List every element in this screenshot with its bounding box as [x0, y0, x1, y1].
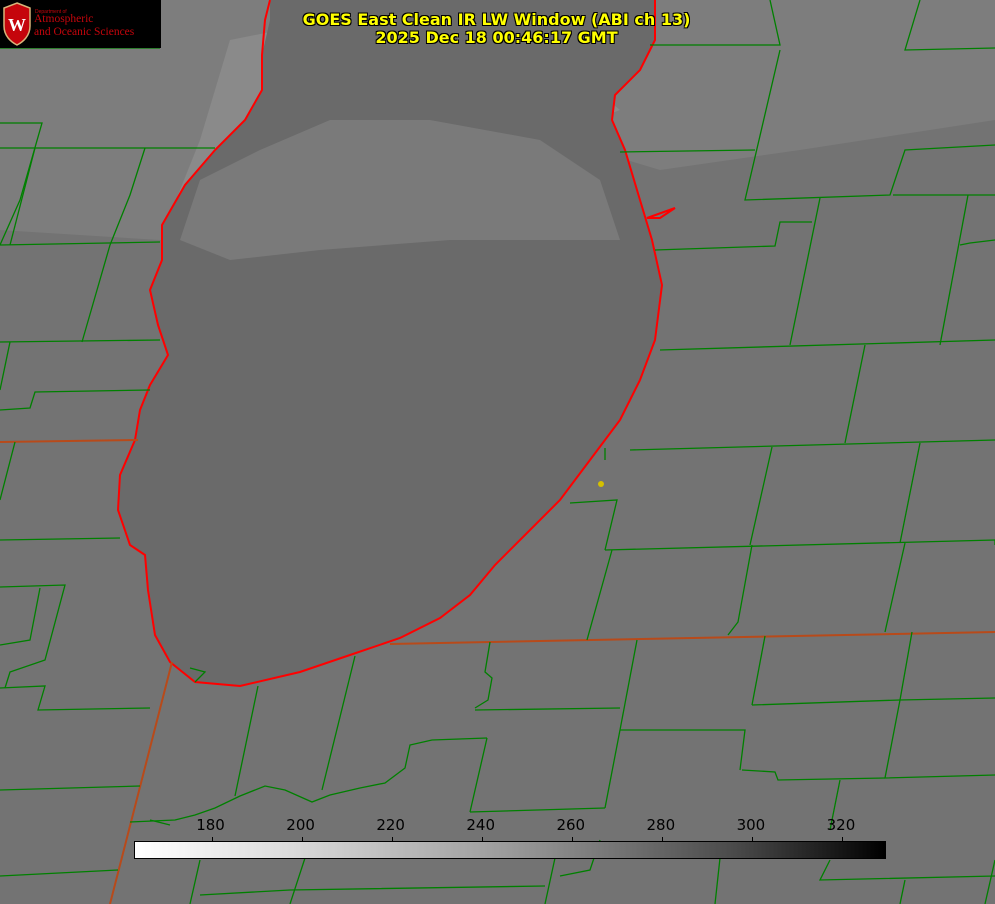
colorbar-tick-label: 180 — [196, 816, 225, 834]
colorbar-tick — [661, 837, 663, 842]
colorbar-tick — [751, 837, 753, 842]
colorbar-tick-label: 220 — [376, 816, 405, 834]
satellite-image-viewer: W Department of Atmospheric and Oceanic … — [0, 0, 995, 904]
colorbar-tick — [481, 837, 483, 842]
colorbar — [134, 837, 886, 859]
colorbar-tick-label: 300 — [736, 816, 766, 834]
colorbar-tick — [571, 837, 573, 842]
colorbar-tick — [841, 837, 843, 842]
colorbar-tick — [391, 837, 393, 842]
image-title: GOES East Clean IR LW Window (ABI ch 13)… — [0, 11, 995, 47]
colorbar-tick-label: 260 — [556, 816, 586, 834]
title-line1: GOES East Clean IR LW Window (ABI ch 13) — [302, 10, 691, 29]
colorbar-tick-label: 240 — [466, 816, 496, 834]
satellite-map — [0, 0, 995, 904]
colorbar-tick-label: 200 — [286, 816, 315, 834]
colorbar-tick — [211, 837, 213, 842]
location-marker — [598, 481, 604, 487]
title-line2: 2025 Dec 18 00:46:17 GMT — [375, 28, 618, 47]
colorbar-tick-label: 280 — [646, 816, 676, 834]
colorbar-tick-label: 320 — [826, 816, 856, 834]
colorbar-tick — [301, 837, 303, 842]
